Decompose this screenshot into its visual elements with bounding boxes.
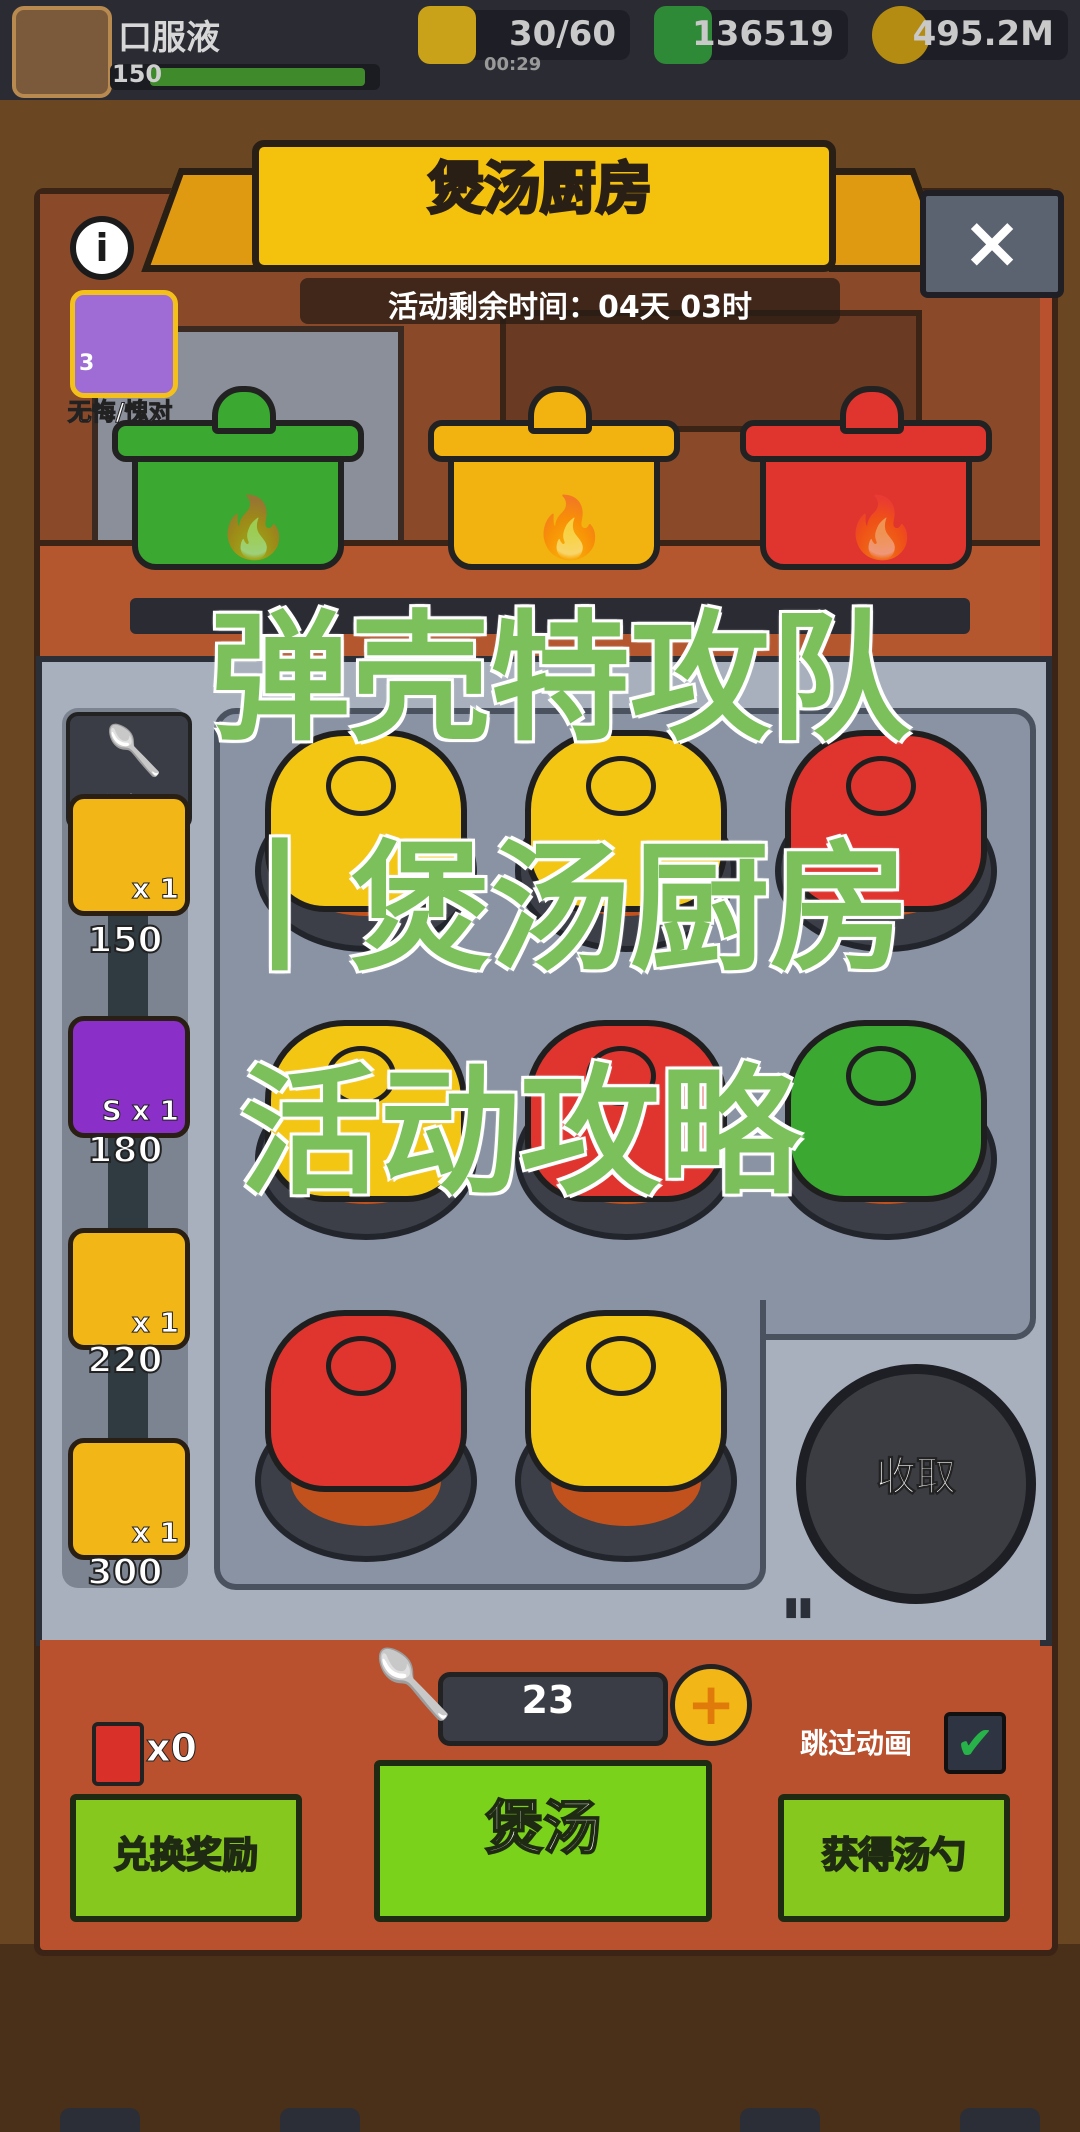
- get-ladle-button[interactable]: 获得汤勺: [778, 1794, 1010, 1922]
- gem-value: 136519: [692, 14, 834, 54]
- reward-cost: 220: [86, 1339, 163, 1382]
- pause-icon[interactable]: ▮▮: [784, 1592, 813, 1622]
- flame-icon: 🔥: [216, 493, 291, 563]
- green-pot: 🔥: [112, 386, 364, 570]
- flame-icon: 🔥: [844, 493, 919, 563]
- pot-knob: [528, 386, 592, 434]
- energy-counter[interactable]: 30/60: [418, 6, 630, 64]
- dialog-title: 煲汤厨房: [427, 156, 654, 224]
- yellow-pot[interactable]: [525, 1310, 727, 1492]
- energy-timer: 00:29: [484, 54, 542, 75]
- ladle-count: 23: [521, 1678, 575, 1722]
- recipe-book-count: x0: [146, 1726, 198, 1771]
- character-portrait[interactable]: 3: [70, 290, 178, 398]
- info-icon[interactable]: i: [70, 216, 134, 280]
- bottom-scene: [0, 1944, 1080, 2132]
- coin-value: 495.2M: [912, 14, 1054, 54]
- overlay-title-line1: 弹壳特攻队: [209, 598, 910, 761]
- reward-count: x 1: [131, 1306, 179, 1340]
- add-ladle-button[interactable]: +: [670, 1664, 752, 1746]
- yellow-pot: 🔥: [428, 386, 680, 570]
- overlay-title-line2: 丨煲汤厨房: [209, 828, 910, 991]
- character-level: 3: [79, 351, 95, 376]
- reward-count: x 1: [131, 1516, 179, 1550]
- collect-label: 收取: [876, 1454, 957, 1501]
- close-button[interactable]: ×: [920, 190, 1064, 298]
- nav-tab[interactable]: [740, 2108, 820, 2132]
- red-pot: 🔥: [740, 386, 992, 570]
- player-level: 150: [112, 60, 163, 88]
- nav-tab[interactable]: [60, 2108, 140, 2132]
- pot-knob: [840, 386, 904, 434]
- event-time-left: 活动剩余时间：04天 03时: [388, 290, 752, 325]
- character-name: 无悔/愧对: [67, 398, 173, 427]
- nav-tab[interactable]: [960, 2108, 1040, 2132]
- red-pot[interactable]: [265, 1310, 467, 1492]
- skip-animation-label: 跳过动画: [800, 1727, 913, 1760]
- nav-tab[interactable]: [280, 2108, 360, 2132]
- skip-animation-checkbox[interactable]: ✔: [944, 1712, 1006, 1774]
- exchange-reward-button[interactable]: 兑换奖励: [70, 1794, 302, 1922]
- overlay-title-line3: 活动攻略: [239, 1052, 800, 1215]
- reward-cost: 300: [86, 1551, 163, 1594]
- lightning-icon: [418, 6, 476, 64]
- coin-counter[interactable]: 495.2M: [872, 6, 1068, 64]
- flame-icon: 🔥: [532, 493, 607, 563]
- recipe-book-icon[interactable]: [92, 1722, 144, 1786]
- player-avatar[interactable]: [12, 6, 112, 98]
- ladle-icon: 🥄: [372, 1646, 455, 1723]
- treasure-chest-icon[interactable]: x 1: [68, 1228, 190, 1350]
- level-bar-fill: [150, 68, 365, 86]
- gem-counter[interactable]: 136519: [654, 6, 848, 64]
- energy-value: 30/60: [508, 14, 616, 54]
- capsule-icon[interactable]: x 1: [68, 1438, 190, 1560]
- player-name: 口服液: [118, 18, 220, 58]
- pot-knob: [212, 386, 276, 434]
- cook-soup-button[interactable]: 煲汤: [374, 1760, 712, 1922]
